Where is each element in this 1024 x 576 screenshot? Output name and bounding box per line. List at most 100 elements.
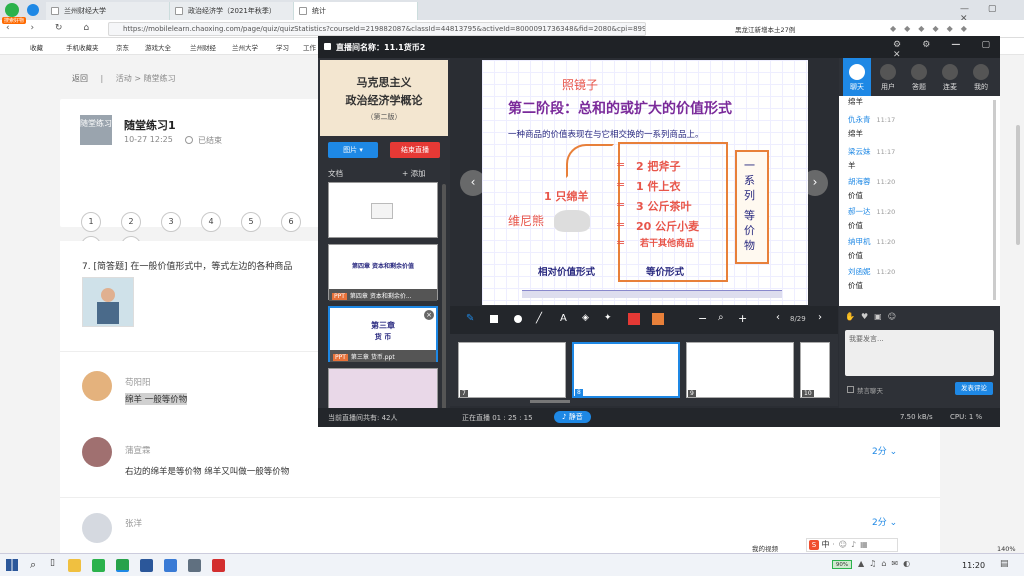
question-number[interactable]: 2 <box>121 212 141 232</box>
like-icon[interactable]: ✋♥▣☺ <box>845 312 902 321</box>
close-icon[interactable]: × <box>424 310 434 320</box>
circle-icon[interactable] <box>514 315 522 323</box>
pen-icon[interactable]: ✎ <box>466 313 474 324</box>
page-scrollbar[interactable] <box>1016 125 1020 245</box>
bookmark-item[interactable]: 手机收藏夹 <box>66 42 99 52</box>
question-number[interactable]: 1 <box>81 212 101 232</box>
bookmark-item[interactable]: 游戏大全 <box>145 42 171 52</box>
tab-mic[interactable]: 连麦 <box>936 64 964 92</box>
mute-button[interactable]: ♪ 静音 <box>554 411 591 423</box>
notification-icon[interactable]: ▤ <box>1000 559 1009 569</box>
search-icon[interactable]: ⌕ <box>718 312 724 323</box>
windows-start-icon[interactable] <box>6 559 18 571</box>
chat-panel: 聊天 用户 答题 连麦 我的 绵羊 仇永青 11:17 绵羊 梁云妹 11:17 羊 胡… <box>839 58 1000 408</box>
red-color-swatch[interactable] <box>628 313 640 325</box>
slide-mirror: 照镜子 <box>562 78 599 92</box>
page-favicon-icon <box>299 7 307 15</box>
video-widget[interactable]: 我的视频 <box>752 543 778 553</box>
slide-left-item: 1 只绵羊 <box>544 190 589 203</box>
slide-thumbnail-strip: 7 8 9 10 <box>450 334 838 406</box>
task-view-icon[interactable]: ▯ <box>50 558 55 568</box>
tray-icons[interactable]: ▲♫⌂✉◐ <box>858 559 915 568</box>
browser-logo-icon[interactable] <box>5 3 19 17</box>
image-button[interactable]: 图片 ▾ <box>328 142 378 158</box>
app-icon[interactable] <box>92 559 105 572</box>
square-icon[interactable] <box>490 315 498 323</box>
tab-answer[interactable]: 答题 <box>905 64 933 92</box>
tab-3[interactable]: 统计 <box>294 2 418 20</box>
tab-1[interactable]: 兰州财经大学 <box>46 2 170 20</box>
current-slide: 照镜子 第二阶段：总和的或扩大的价值形式 一种商品的价值表现在与它相交换的一系列… <box>482 60 808 305</box>
bookmark-item[interactable]: 收藏 <box>30 42 43 52</box>
slide-thumb[interactable]: 7 <box>458 342 566 398</box>
prev-page-icon[interactable]: ‹ <box>776 312 780 323</box>
bookmark-item[interactable]: 工作 <box>303 42 316 52</box>
news-ticker[interactable]: 黑龙江新增本土27例 <box>735 24 795 34</box>
text-icon[interactable]: A <box>560 313 567 324</box>
slide-thumb-active[interactable]: 8 <box>572 342 680 398</box>
eraser-icon[interactable]: ◈ <box>582 313 589 323</box>
bookmark-item[interactable]: 兰州财经 <box>190 42 216 52</box>
score-dropdown[interactable]: 2分 ⌄ <box>872 515 897 528</box>
avatar <box>82 437 112 467</box>
chat-message: 仇永青 11:17 绵羊 <box>848 115 896 138</box>
tab-2[interactable]: 政治经济学（2021年秋季） <box>170 2 294 20</box>
battery-indicator[interactable]: 90% <box>832 560 852 569</box>
folder-icon[interactable] <box>68 559 81 572</box>
clear-icon[interactable]: ✦ <box>604 313 612 323</box>
chat-scrollbar[interactable] <box>993 100 996 300</box>
line-icon[interactable]: ╱ <box>536 313 542 324</box>
slide-thumb[interactable]: 10 <box>800 342 830 398</box>
slide-item: 3 公斤茶叶 <box>636 200 692 213</box>
add-doc-button[interactable]: + 添加 <box>402 168 426 179</box>
crumb-exercise: 随堂练习 <box>143 74 176 83</box>
live-stream-window: 直播间名称：11.1货币2 ⚙ ⚙ — ▢ ✕ 马克思主义 政治经济学概论 （第… <box>318 36 1000 427</box>
chat-message: 刘函妮 11:20 价值 <box>848 267 896 290</box>
student-answer: 绵羊 一般等价物 <box>125 393 188 405</box>
word-icon[interactable] <box>140 559 153 572</box>
browser-nav-icon[interactable] <box>27 4 39 16</box>
question-number[interactable]: 4 <box>201 212 221 232</box>
doc-thumb-chapter3[interactable]: 第三章 货 币 × PPT 第三章 货币.ppt <box>328 306 438 362</box>
bookmark-item[interactable]: 京东 <box>116 42 129 52</box>
nav-buttons[interactable]: ‹ › ↻ ⌂ <box>6 23 98 33</box>
pdf-icon[interactable] <box>212 559 225 572</box>
doc-thumb-blank[interactable] <box>328 182 438 238</box>
toolbar-icons[interactable]: ◆◆◆◆◆◆ <box>890 24 1020 34</box>
slide-thumb[interactable]: 9 <box>686 342 794 398</box>
score-dropdown[interactable]: 2分 ⌄ <box>872 444 897 457</box>
question-number[interactable]: 5 <box>241 212 261 232</box>
slide-heading: 第二阶段：总和的或扩大的价值形式 <box>508 101 732 117</box>
question-number[interactable]: 6 <box>281 212 301 232</box>
strip-scrollbar[interactable] <box>530 400 570 403</box>
url-input[interactable]: https://mobilelearn.chaoxing.com/page/qu… <box>108 22 646 36</box>
orange-color-swatch[interactable] <box>652 313 664 325</box>
chat-input[interactable]: 我要发言... <box>845 330 994 376</box>
next-page-icon[interactable]: › <box>818 312 822 323</box>
ban-chat-checkbox[interactable] <box>847 386 854 393</box>
bookmark-item[interactable]: 兰州大学 <box>232 42 258 52</box>
back-link[interactable]: 返回 <box>72 74 88 83</box>
tab-users[interactable]: 用户 <box>874 64 902 92</box>
zoom-in-icon[interactable]: + <box>738 312 747 325</box>
zoom-out-icon[interactable]: − <box>698 312 707 325</box>
live-window-controls[interactable]: ⚙ ⚙ — ▢ ✕ <box>893 40 1000 60</box>
question-number[interactable]: 3 <box>161 212 181 232</box>
question-image[interactable] <box>82 277 134 327</box>
app-icon[interactable] <box>188 559 201 572</box>
send-button[interactable]: 发表评论 <box>955 382 993 395</box>
browser-app-icon[interactable] <box>116 559 129 572</box>
app-icon[interactable] <box>164 559 177 572</box>
end-live-button[interactable]: 结束直播 <box>390 142 440 158</box>
ime-toolbar[interactable]: S 中 ·☺♪▦ <box>806 538 898 552</box>
tab-chat[interactable]: 聊天 <box>843 58 871 96</box>
browser-window-controls[interactable]: — ▢ ✕ <box>960 4 1020 24</box>
page-zoom[interactable]: 140% <box>997 545 1016 553</box>
crumb-activity[interactable]: 活动 <box>116 74 132 83</box>
bookmark-item[interactable]: 学习 <box>276 42 289 52</box>
search-icon[interactable]: ⌕ <box>30 558 36 572</box>
doc-thumb-chapter4[interactable]: 第四章 资本和剩余价值 PPT 第四章 资本和剩余价... <box>328 244 438 301</box>
document-sidebar: 马克思主义 政治经济学概论 （第二版） 图片 ▾ 结束直播 文档 + 添加 第四… <box>318 58 450 427</box>
sidebar-scrollbar[interactable] <box>442 184 446 420</box>
tab-mine[interactable]: 我的 <box>967 64 995 92</box>
